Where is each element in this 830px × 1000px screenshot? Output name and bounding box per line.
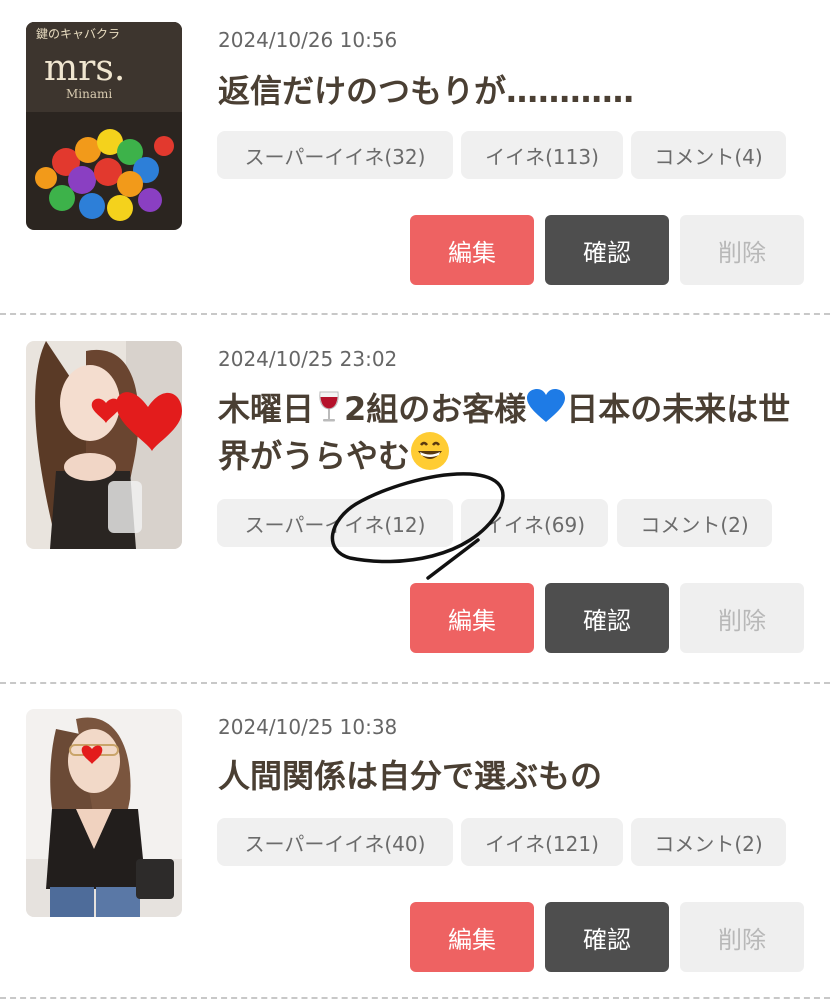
like-count[interactable]: イイネ(113) [461, 131, 623, 179]
delete-button[interactable]: 削除 [680, 902, 804, 972]
delete-button[interactable]: 削除 [680, 215, 804, 285]
post-divider [0, 682, 830, 684]
thumb-logo-text: mrs. [44, 48, 125, 89]
post-divider [0, 313, 830, 315]
edit-button[interactable]: 編集 [410, 902, 534, 972]
post-thumbnail[interactable] [26, 709, 182, 917]
grinning-face-icon [411, 432, 450, 470]
post-date: 2024/10/25 23:02 [218, 347, 398, 371]
post-title[interactable]: 人間関係は自分で選ぶもの [218, 755, 808, 798]
post-title-part: 木曜日 [218, 390, 315, 428]
edit-button[interactable]: 編集 [410, 583, 534, 653]
comment-count[interactable]: コメント(2) [617, 499, 772, 547]
post-date: 2024/10/25 10:38 [218, 715, 398, 739]
confirm-button[interactable]: 確認 [545, 902, 669, 972]
confirm-button[interactable]: 確認 [545, 215, 669, 285]
post-title[interactable]: 木曜日 2組のお客様 日本の未来は世界がうらやむ [218, 388, 808, 478]
super-like-count[interactable]: スーパーイイネ(40) [217, 818, 453, 866]
post-thumbnail[interactable] [26, 341, 182, 549]
post-date: 2024/10/26 10:56 [218, 28, 398, 52]
super-like-count[interactable]: スーパーイイネ(12) [217, 499, 453, 547]
post-divider [0, 997, 830, 999]
edit-button[interactable]: 編集 [410, 215, 534, 285]
confirm-button[interactable]: 確認 [545, 583, 669, 653]
comment-count[interactable]: コメント(2) [631, 818, 786, 866]
thumb-top-text: 鍵のキャバクラ [36, 26, 120, 41]
post-thumbnail[interactable]: 鍵のキャバクラ mrs. Minami [26, 22, 182, 230]
comment-count[interactable]: コメント(4) [631, 131, 786, 179]
blue-heart-icon [527, 389, 566, 422]
delete-button[interactable]: 削除 [680, 583, 804, 653]
like-count[interactable]: イイネ(69) [461, 499, 608, 547]
super-like-count[interactable]: スーパーイイネ(32) [217, 131, 453, 179]
like-count[interactable]: イイネ(121) [461, 818, 623, 866]
post-title-part: 2組のお客様 [344, 390, 527, 428]
post-title[interactable]: 返信だけのつもりが………… [218, 70, 808, 113]
thumb-sub-text: Minami [66, 87, 112, 101]
wine-glass-icon [319, 391, 339, 422]
